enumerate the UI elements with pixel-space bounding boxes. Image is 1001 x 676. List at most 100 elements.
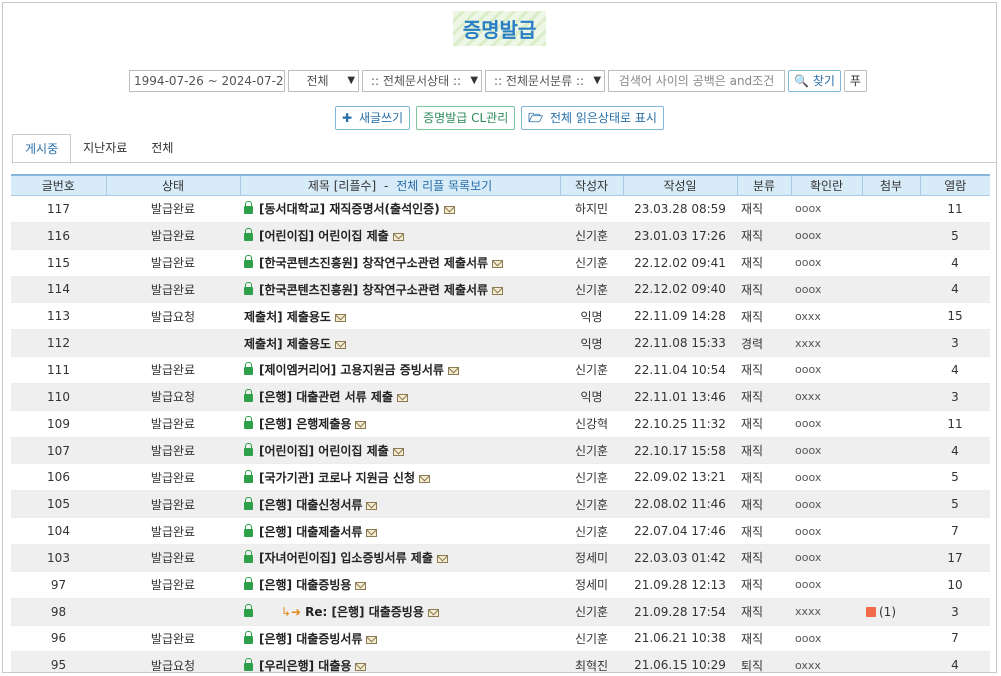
- table-row[interactable]: 115 발급완료 [한국콘텐츠진흥원] 창작연구소관련 제출서류 신기훈 22.12.0…: [11, 249, 990, 277]
- post-subject-link[interactable]: 제출처] 제출용도: [244, 337, 331, 351]
- post-author[interactable]: 최혁진: [560, 651, 623, 672]
- post-subject-link[interactable]: [제이엠커리어] 고용지원금 증빙서류: [259, 363, 444, 377]
- table-row[interactable]: 104 발급완료 [은행] 대출제출서류 신기훈 22.07.04 17:46 재직 ooo…: [11, 517, 990, 545]
- floppy-disk-icon[interactable]: [866, 606, 876, 617]
- table-row[interactable]: 98 ↳➜ Re: [은행] 대출증빙용 신기훈 21.09.28 17:54 재직 xxx…: [11, 598, 990, 626]
- post-author[interactable]: 신기훈: [560, 276, 623, 304]
- scope-select[interactable]: 전체 ▼: [288, 70, 360, 92]
- post-number: 96: [11, 625, 106, 653]
- post-category: 재직: [737, 463, 791, 492]
- post-author[interactable]: 신강혁: [560, 410, 623, 438]
- table-row[interactable]: 111 발급완료 [제이엠커리어] 고용지원금 증빙서류 신기훈 22.11.04 10…: [11, 356, 990, 384]
- post-category: 재직: [737, 356, 791, 384]
- post-subject-link[interactable]: [자녀어린이집] 입소증빙서류 제출: [259, 551, 433, 565]
- envelope-icon: [334, 313, 346, 322]
- table-row[interactable]: 109 발급완료 [은행] 은행제출용 신강혁 22.10.25 11:32 재직 ooox…: [11, 410, 990, 438]
- table-row[interactable]: 106 발급완료 [국가기관] 코로나 지원금 신청 신기훈 22.09.02 13:2…: [11, 463, 990, 492]
- col-category[interactable]: 분류: [736, 174, 791, 196]
- col-views[interactable]: 열람: [919, 174, 990, 196]
- post-subject-link[interactable]: [은행] 대출제출서류: [259, 525, 362, 539]
- post-author[interactable]: 익명: [560, 302, 623, 331]
- post-subject-link[interactable]: [은행] 대출관련 서류 제출: [259, 390, 393, 404]
- post-status: 발급완료: [106, 625, 240, 653]
- post-author[interactable]: 정세미: [560, 571, 623, 599]
- table-row[interactable]: 96 발급완료 [은행] 대출증빙서류 신기훈 21.06.21 10:38 재직 ooox…: [11, 625, 990, 653]
- post-author[interactable]: 신기훈: [560, 463, 623, 492]
- post-number: 114: [11, 276, 106, 304]
- col-attach[interactable]: 첨부: [861, 174, 920, 196]
- table-row[interactable]: 110 발급요청 [은행] 대출관련 서류 제출 익명 22.11.01 13:46 재직…: [11, 383, 990, 411]
- table-row[interactable]: 103 발급완료 [자녀어린이집] 입소증빙서류 제출 정세미 22.03.03 01:…: [11, 544, 990, 572]
- post-subject-link[interactable]: [국가기관] 코로나 지원금 신청: [259, 471, 415, 485]
- lock-icon: [244, 389, 253, 403]
- date-range-field[interactable]: 1994-07-26 ~ 2024-07-26: [129, 70, 286, 92]
- table-row[interactable]: 114 발급완료 [한국콘텐츠진흥원] 창작연구소관련 제출서류 신기훈 22.12.0…: [11, 276, 990, 304]
- post-author[interactable]: 신기훈: [560, 222, 623, 250]
- plus-icon: ✚: [342, 111, 353, 125]
- table-row[interactable]: 112 제출처] 제출용도 익명 22.11.08 15:33 경력 xxxx 3: [11, 329, 990, 358]
- post-subject-link[interactable]: 제출처] 제출용도: [244, 310, 331, 324]
- category-filter-select[interactable]: :: 전체문서분류 :: ▼: [485, 70, 606, 92]
- pin-button[interactable]: 푸: [843, 70, 867, 92]
- post-subject-link[interactable]: [우리은행] 대출용: [259, 659, 351, 672]
- post-subject-link[interactable]: [은행] 대출증빙용: [259, 578, 351, 592]
- table-row[interactable]: 116 발급완료 [어린이집] 어린이집 제출 신기훈 23.01.03 17:26 재직…: [11, 222, 990, 250]
- post-subject-link[interactable]: [어린이집] 어린이집 제출: [259, 229, 389, 243]
- table-row[interactable]: 107 발급완료 [어린이집] 어린이집 제출 신기훈 22.10.17 15:58 재직…: [11, 437, 990, 465]
- all-replies-link[interactable]: 전체 리플 목록보기: [396, 179, 492, 193]
- post-attach-cell: [862, 383, 920, 411]
- table-row[interactable]: 117 발급완료 [동서대학교] 재직증명서(출석인증) 하지민 23.03.28 08…: [11, 195, 990, 223]
- post-subject-cell: [은행] 대출관련 서류 제출: [240, 383, 560, 411]
- tab-active[interactable]: 게시중: [12, 134, 72, 164]
- post-status: 발급완료: [106, 571, 240, 599]
- post-author[interactable]: 하지민: [560, 195, 623, 223]
- post-subject-link[interactable]: [동서대학교] 재직증명서(출석인증): [259, 202, 440, 216]
- post-author[interactable]: 신기훈: [560, 625, 623, 653]
- tab-archive[interactable]: 지난자료: [71, 134, 139, 162]
- col-author[interactable]: 작성자: [559, 174, 623, 196]
- col-date[interactable]: 작성일: [622, 174, 737, 196]
- post-number: 103: [11, 544, 106, 572]
- post-status: 발급완료: [106, 356, 240, 384]
- table-row[interactable]: 95 발급요청 [우리은행] 대출용 최혁진 21.06.15 10:29 퇴직 oxxx 4: [11, 651, 990, 672]
- post-subject-link[interactable]: [어린이집] 어린이집 제출: [259, 444, 389, 458]
- new-post-label: 새글쓰기: [358, 111, 404, 125]
- table-row[interactable]: 105 발급완료 [은행] 대출신청서류 신기훈 22.08.02 11:46 재직 ooo…: [11, 490, 990, 519]
- post-subject-link[interactable]: [한국콘텐츠진흥원] 창작연구소관련 제출서류: [259, 283, 488, 297]
- post-subject-link[interactable]: [은행] 대출증빙서류: [259, 632, 362, 646]
- post-author[interactable]: 신기훈: [560, 437, 623, 465]
- post-author[interactable]: 신기훈: [560, 490, 623, 519]
- table-row[interactable]: 113 발급요청 제출처] 제출용도 익명 22.11.09 14:28 재직 oxxx 15: [11, 302, 990, 331]
- col-confirm[interactable]: 확인란: [790, 174, 862, 196]
- find-button[interactable]: 🔍 찾기: [788, 70, 841, 92]
- post-subject-link[interactable]: [은행] 은행제출용: [259, 417, 351, 431]
- new-post-button[interactable]: ✚ 새글쓰기: [335, 106, 411, 130]
- post-author[interactable]: 정세미: [560, 544, 623, 572]
- keyword-input[interactable]: 검색어 사이의 공백은 and조건: [608, 70, 786, 92]
- post-author[interactable]: 익명: [560, 329, 623, 358]
- post-attach-cell: [862, 302, 920, 331]
- post-author[interactable]: 익명: [560, 383, 623, 411]
- post-author[interactable]: 신기훈: [560, 598, 623, 626]
- post-author[interactable]: 신기훈: [560, 356, 623, 384]
- post-subject-cell: [제이엠커리어] 고용지원금 증빙서류: [240, 356, 560, 384]
- post-subject-link[interactable]: Re: [은행] 대출증빙용: [305, 605, 424, 619]
- post-author[interactable]: 신기훈: [560, 249, 623, 277]
- tab-all[interactable]: 전체: [139, 134, 185, 162]
- col-num[interactable]: 글번호: [11, 174, 106, 196]
- mark-all-read-button[interactable]: 🗁 전체 읽은상태로 표시: [521, 106, 664, 130]
- post-attach-cell: [862, 329, 920, 358]
- post-subject-link[interactable]: [한국콘텐츠진흥원] 창작연구소관련 제출서류: [259, 256, 488, 270]
- cl-manage-button[interactable]: 증명발급 CL관리: [416, 106, 516, 130]
- table-row[interactable]: 97 발급완료 [은행] 대출증빙용 정세미 21.09.28 12:13 재직 ooox 1…: [11, 571, 990, 599]
- post-category: 재직: [737, 410, 791, 438]
- action-buttons: ✚ 새글쓰기 증명발급 CL관리 🗁 전체 읽은상태로 표시: [3, 106, 996, 130]
- board-table: 글번호 상태 제목 [리플수] - 전체 리플 목록보기 작성자 작성일 분류 …: [11, 174, 990, 672]
- post-status: 발급완료: [106, 490, 240, 519]
- status-filter-select[interactable]: :: 전체문서상태 :: ▼: [362, 70, 483, 92]
- col-subject-sep: -: [384, 179, 389, 193]
- post-author[interactable]: 신기훈: [560, 517, 623, 545]
- post-confirm: ooox: [791, 222, 862, 250]
- post-subject-link[interactable]: [은행] 대출신청서류: [259, 498, 362, 512]
- col-status[interactable]: 상태: [105, 174, 240, 196]
